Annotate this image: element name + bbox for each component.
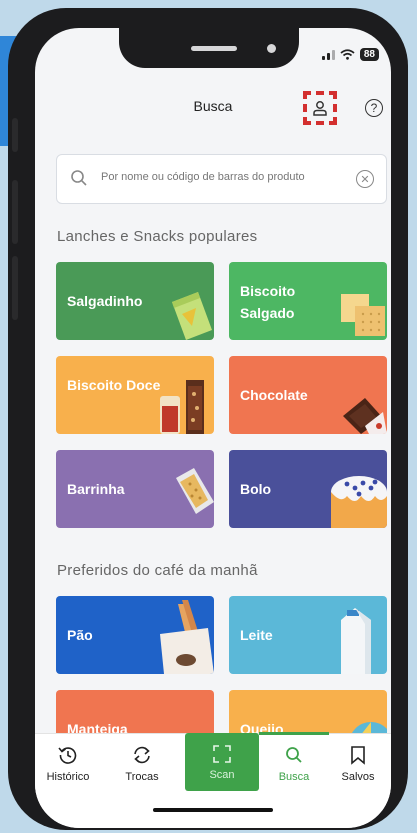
active-tab-indicator [259,732,329,735]
tab-trocas[interactable]: Trocas [109,744,175,783]
mute-switch [12,118,18,152]
category-label: Chocolate [240,387,308,403]
tab-historico[interactable]: Histórico [35,744,101,783]
category-label: Leite [240,627,273,643]
category-label: Pão [67,627,93,643]
category-tile-biscoito-salgado[interactable]: Biscoito Salgado [229,262,387,340]
speaker-grille [191,46,237,51]
tab-busca[interactable]: Busca [261,744,327,783]
cereal-bar-icon [176,468,214,514]
category-tile-bolo[interactable]: Bolo [229,450,387,528]
tab-label: Busca [278,771,310,783]
category-label: Bolo [240,481,272,497]
category-tile-chocolate[interactable]: Chocolate [229,356,387,434]
camera-dot [267,44,276,53]
category-tile-leite[interactable]: Leite [229,596,387,674]
cookie-package-icon [160,380,204,434]
category-tile-pao[interactable]: Pão [56,596,214,674]
chips-bag-icon [172,292,212,340]
history-icon [58,747,77,764]
search-icon [71,170,87,186]
category-label: Salgadinho [67,293,143,309]
clear-icon[interactable]: ✕ [356,170,374,188]
scan-button[interactable]: Scan [185,733,259,791]
milk-carton-icon [341,608,371,674]
bread-bag-icon [160,600,214,674]
signal-icon [321,49,335,60]
category-label: Biscoito Salgado [240,283,296,321]
category-tile-biscoito-doce[interactable]: Biscoito Doce [56,356,214,434]
question-icon: ? [370,101,378,115]
tab-label: Histórico [46,771,90,783]
wifi-icon [340,49,355,60]
section-title-snacks: Lanches e Snacks populares [57,228,258,245]
home-indicator [153,808,273,812]
battery-indicator: 88 [359,48,379,61]
page-title: Busca [193,98,233,114]
chocolate-bar-icon [343,398,387,434]
cake-icon [331,476,387,528]
help-button[interactable]: ? [365,99,383,117]
volume-up-button [12,180,18,244]
app-header: Busca ? [35,90,391,125]
cracker-icon [341,294,385,336]
search-input[interactable] [101,171,346,183]
search-icon [286,747,302,763]
app-screen: 88 Busca ? ✕ Lanches e Snacks populares [35,28,391,828]
status-bar: 88 [321,48,379,61]
tab-label: Trocas [125,771,159,783]
user-icon [313,101,327,116]
profile-button[interactable] [303,91,337,125]
bookmark-icon [351,746,365,765]
category-label: Barrinha [67,481,125,497]
scan-icon [213,745,231,763]
notch [119,28,299,68]
category-tile-barrinha[interactable]: Barrinha [56,450,214,528]
tab-label: Salvos [341,771,375,783]
category-label: Biscoito Doce [67,377,161,393]
volume-down-button [12,256,18,320]
tab-salvos[interactable]: Salvos [325,744,391,783]
scan-label: Scan [209,769,235,781]
search-bar[interactable]: ✕ [56,154,387,204]
category-tile-salgadinho[interactable]: Salgadinho [56,262,214,340]
phone-frame: 88 Busca ? ✕ Lanches e Snacks populares [8,8,408,830]
swap-icon [134,746,150,764]
section-title-breakfast: Preferidos do café da manhã [57,562,258,579]
